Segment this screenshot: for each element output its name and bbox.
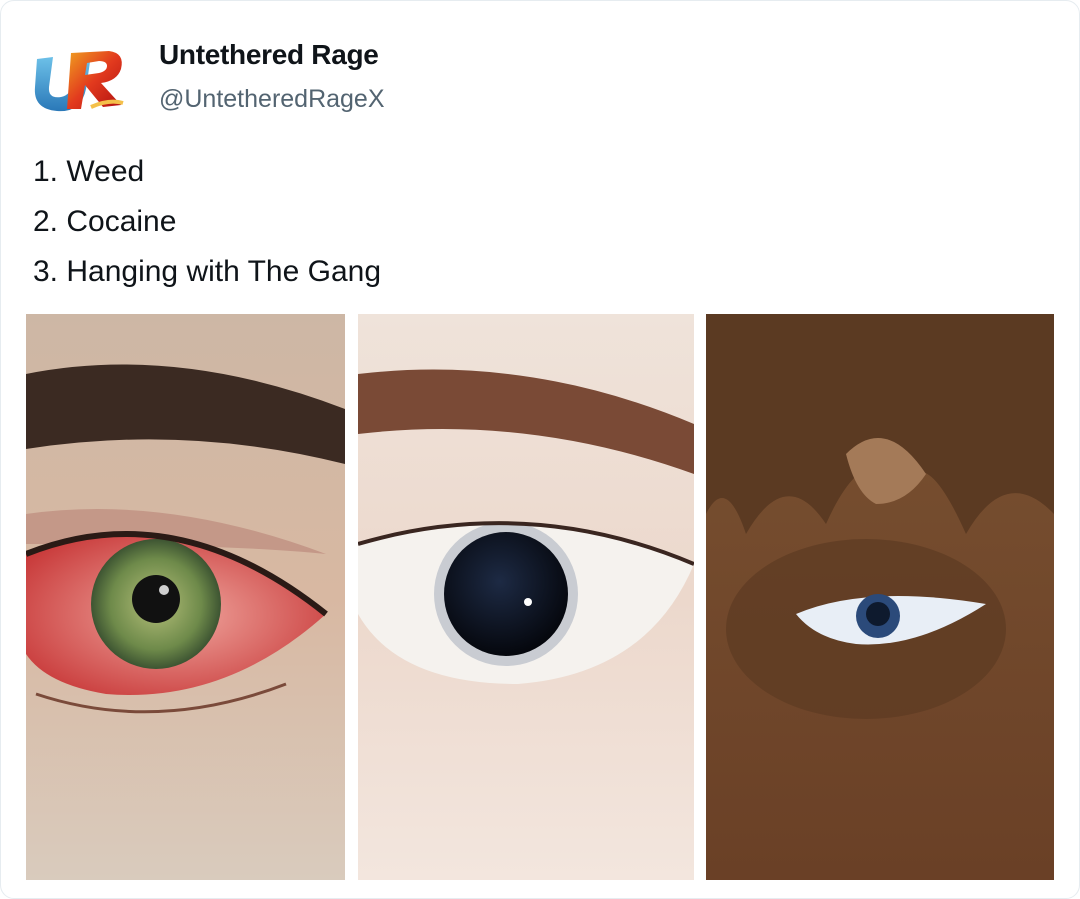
tweet-line: 3. Hanging with The Gang — [33, 255, 382, 288]
media-image-2[interactable] — [358, 314, 694, 880]
author-handle[interactable]: @UntetheredRageX — [159, 85, 385, 114]
bloodshot-eye-photo — [26, 314, 345, 880]
media-image-3[interactable] — [706, 314, 1054, 880]
tweet-card[interactable]: Untethered Rage @UntetheredRageX 1. Weed… — [0, 0, 1080, 899]
tweet-line: 2. Cocaine — [33, 205, 177, 238]
cartoon-eye-photo — [706, 314, 1054, 880]
author-name[interactable]: Untethered Rage — [159, 39, 379, 71]
media-image-1[interactable] — [26, 314, 345, 880]
tweet-line: 1. Weed — [33, 155, 145, 188]
dilated-pupil-eye-photo — [358, 314, 694, 880]
avatar[interactable] — [31, 47, 127, 115]
ur-logo-icon — [34, 51, 124, 112]
tweet-text: 1. Weed 2. Cocaine 3. Hanging with The G… — [33, 147, 381, 297]
